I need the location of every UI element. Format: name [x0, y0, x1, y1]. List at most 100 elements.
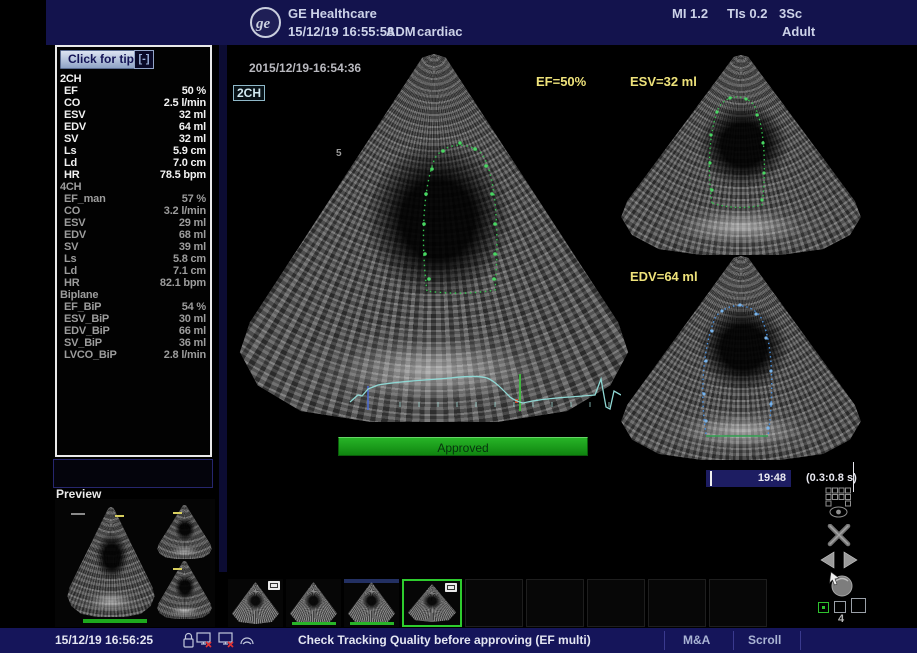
clipboard-empty-slot[interactable]	[587, 579, 645, 627]
measurement-label: HR	[64, 277, 80, 289]
loop-time: 19:48	[758, 472, 786, 484]
thumbnail-topline	[344, 579, 399, 583]
approved-button[interactable]: Approved	[338, 437, 588, 456]
operator-label: ADM	[386, 24, 416, 39]
preview-approved-bar	[83, 619, 147, 623]
measurement-value: 32 ml	[179, 109, 206, 121]
measurement-keyboard-icon[interactable]	[825, 487, 852, 520]
measurement-row: ESV 29 ml	[57, 217, 210, 229]
network-error-icon	[206, 642, 211, 647]
measurement-value: 50 %	[182, 85, 206, 97]
measurement-label: Ld	[64, 265, 77, 277]
clipboard-thumbnail[interactable]	[286, 579, 341, 627]
measurement-section-title: Biplane	[57, 289, 210, 301]
measurement-label: EDV	[64, 229, 86, 241]
preview-timestamp-mark	[71, 513, 85, 515]
measurement-value: 7.0 cm	[173, 157, 206, 169]
clipboard-empty-slot[interactable]	[465, 579, 523, 627]
brand-label: GE Healthcare	[288, 6, 377, 21]
ma-softkey[interactable]: M&A	[683, 633, 710, 647]
measurement-row: EF_man57 %	[57, 193, 210, 205]
connectivity-icons	[183, 631, 255, 651]
measurement-label: Ld	[64, 157, 77, 169]
preview-ef-mark	[115, 515, 124, 517]
measurement-value: 64 ml	[179, 121, 206, 133]
layout-medium[interactable]	[834, 601, 846, 613]
collapsed-panel-box	[53, 459, 213, 488]
measurement-label: ESV	[64, 217, 85, 229]
cine-loop-bar[interactable]: 19:48	[706, 470, 791, 487]
layout-small-active[interactable]	[818, 602, 829, 613]
probe-label: 3Sc	[779, 6, 802, 21]
measurement-label: LVCO_BiP	[64, 349, 117, 361]
dicom-error-icon	[228, 642, 233, 647]
clipboard-empty-slot[interactable]	[526, 579, 584, 627]
preview-thumbnail[interactable]	[55, 499, 215, 627]
loop-cursor[interactable]	[710, 471, 712, 486]
collapse-button[interactable]: [-]	[134, 50, 154, 69]
sidebar-divider	[219, 45, 227, 572]
clipboard-strip	[228, 575, 767, 627]
measurement-row: LVCO_BiP2.8 l/min	[57, 349, 210, 361]
depth-marker: 5	[336, 148, 342, 159]
svg-text:ge: ge	[255, 16, 271, 32]
thumbnail-progress-bar	[292, 622, 336, 625]
measurement-label: Ls	[64, 145, 76, 157]
measurement-row: EF 50 %	[57, 85, 210, 97]
measurement-row: ESV32 ml	[57, 109, 210, 121]
view-label-badge: 2CH	[233, 85, 265, 101]
tis-value: TIs 0.2	[727, 6, 767, 21]
measurement-row: Ls 5.8 cm	[57, 253, 210, 265]
lock-icon	[184, 639, 193, 647]
measurement-label: CO	[64, 97, 80, 109]
clipboard-empty-slot[interactable]	[648, 579, 706, 627]
cine-clip-icon	[445, 583, 457, 592]
measurement-label: SV_BiP	[64, 337, 102, 349]
header-datetime: 15/12/19 16:55:58	[288, 24, 394, 39]
measurement-row: EDV64 ml	[57, 121, 210, 133]
measurement-row: ESV_BiP30 ml	[57, 313, 210, 325]
measurement-label: EF_man	[64, 193, 106, 205]
measurement-value: 5.8 cm	[173, 253, 206, 265]
tip-button[interactable]: Click for tip	[60, 50, 142, 69]
measurement-list: 2CHEF50 %CO2.5 l/minESV32 mlEDV64 mlSV32…	[57, 73, 210, 361]
measurement-row: EDV_BiP 66 ml	[57, 325, 210, 337]
clipboard-thumbnail[interactable]	[228, 579, 283, 627]
scroll-softkey[interactable]: Scroll	[748, 633, 781, 647]
measurement-value: 66 ml	[179, 325, 206, 337]
prev-next-arrows-icon[interactable]	[819, 551, 859, 569]
clipboard-thumbnail[interactable]	[402, 579, 462, 627]
measurement-label: CO	[64, 205, 80, 217]
trackball-hand-icon[interactable]	[826, 569, 856, 599]
measurement-value: 54 %	[182, 301, 206, 313]
measurement-label: EDV_BiP	[64, 325, 110, 337]
patient-type-label: Adult	[782, 24, 815, 39]
loop-window-label: (0.3:0.8 s)	[806, 472, 857, 484]
preview-esv-mark	[173, 512, 182, 514]
measurement-row: Ld7.1 cm	[57, 265, 210, 277]
statusbar-separator	[800, 631, 801, 650]
measurement-value: 3.2 l/min	[164, 205, 206, 217]
measurement-row: EDV 68 ml	[57, 229, 210, 241]
measurement-row: HR82.1 bpm	[57, 277, 210, 289]
header-corner	[0, 0, 46, 45]
measurement-row: SV32 ml	[57, 133, 210, 145]
delete-icon[interactable]	[827, 524, 851, 547]
measurement-label: EF	[64, 85, 78, 97]
thumbnail-image	[348, 582, 395, 624]
measurement-value: 29 ml	[179, 217, 206, 229]
main-ultrasound-image[interactable]	[238, 54, 630, 422]
status-datetime: 15/12/19 16:56:25	[55, 633, 153, 647]
clipboard-thumbnail[interactable]	[344, 579, 399, 627]
edv-ultrasound-image[interactable]	[620, 256, 862, 460]
clipboard-empty-slot[interactable]	[709, 579, 767, 627]
measurement-section-title: 4CH	[57, 181, 210, 193]
preset-label: cardiac	[417, 24, 463, 39]
frame-cursor	[853, 462, 854, 492]
preview-esv-sector	[157, 505, 212, 559]
layout-large[interactable]	[851, 598, 866, 613]
measurement-value: 68 ml	[179, 229, 206, 241]
measurement-label: ESV_BiP	[64, 313, 109, 325]
measurement-label: Ls	[64, 253, 76, 265]
measurement-row: EF_BiP54 %	[57, 301, 210, 313]
